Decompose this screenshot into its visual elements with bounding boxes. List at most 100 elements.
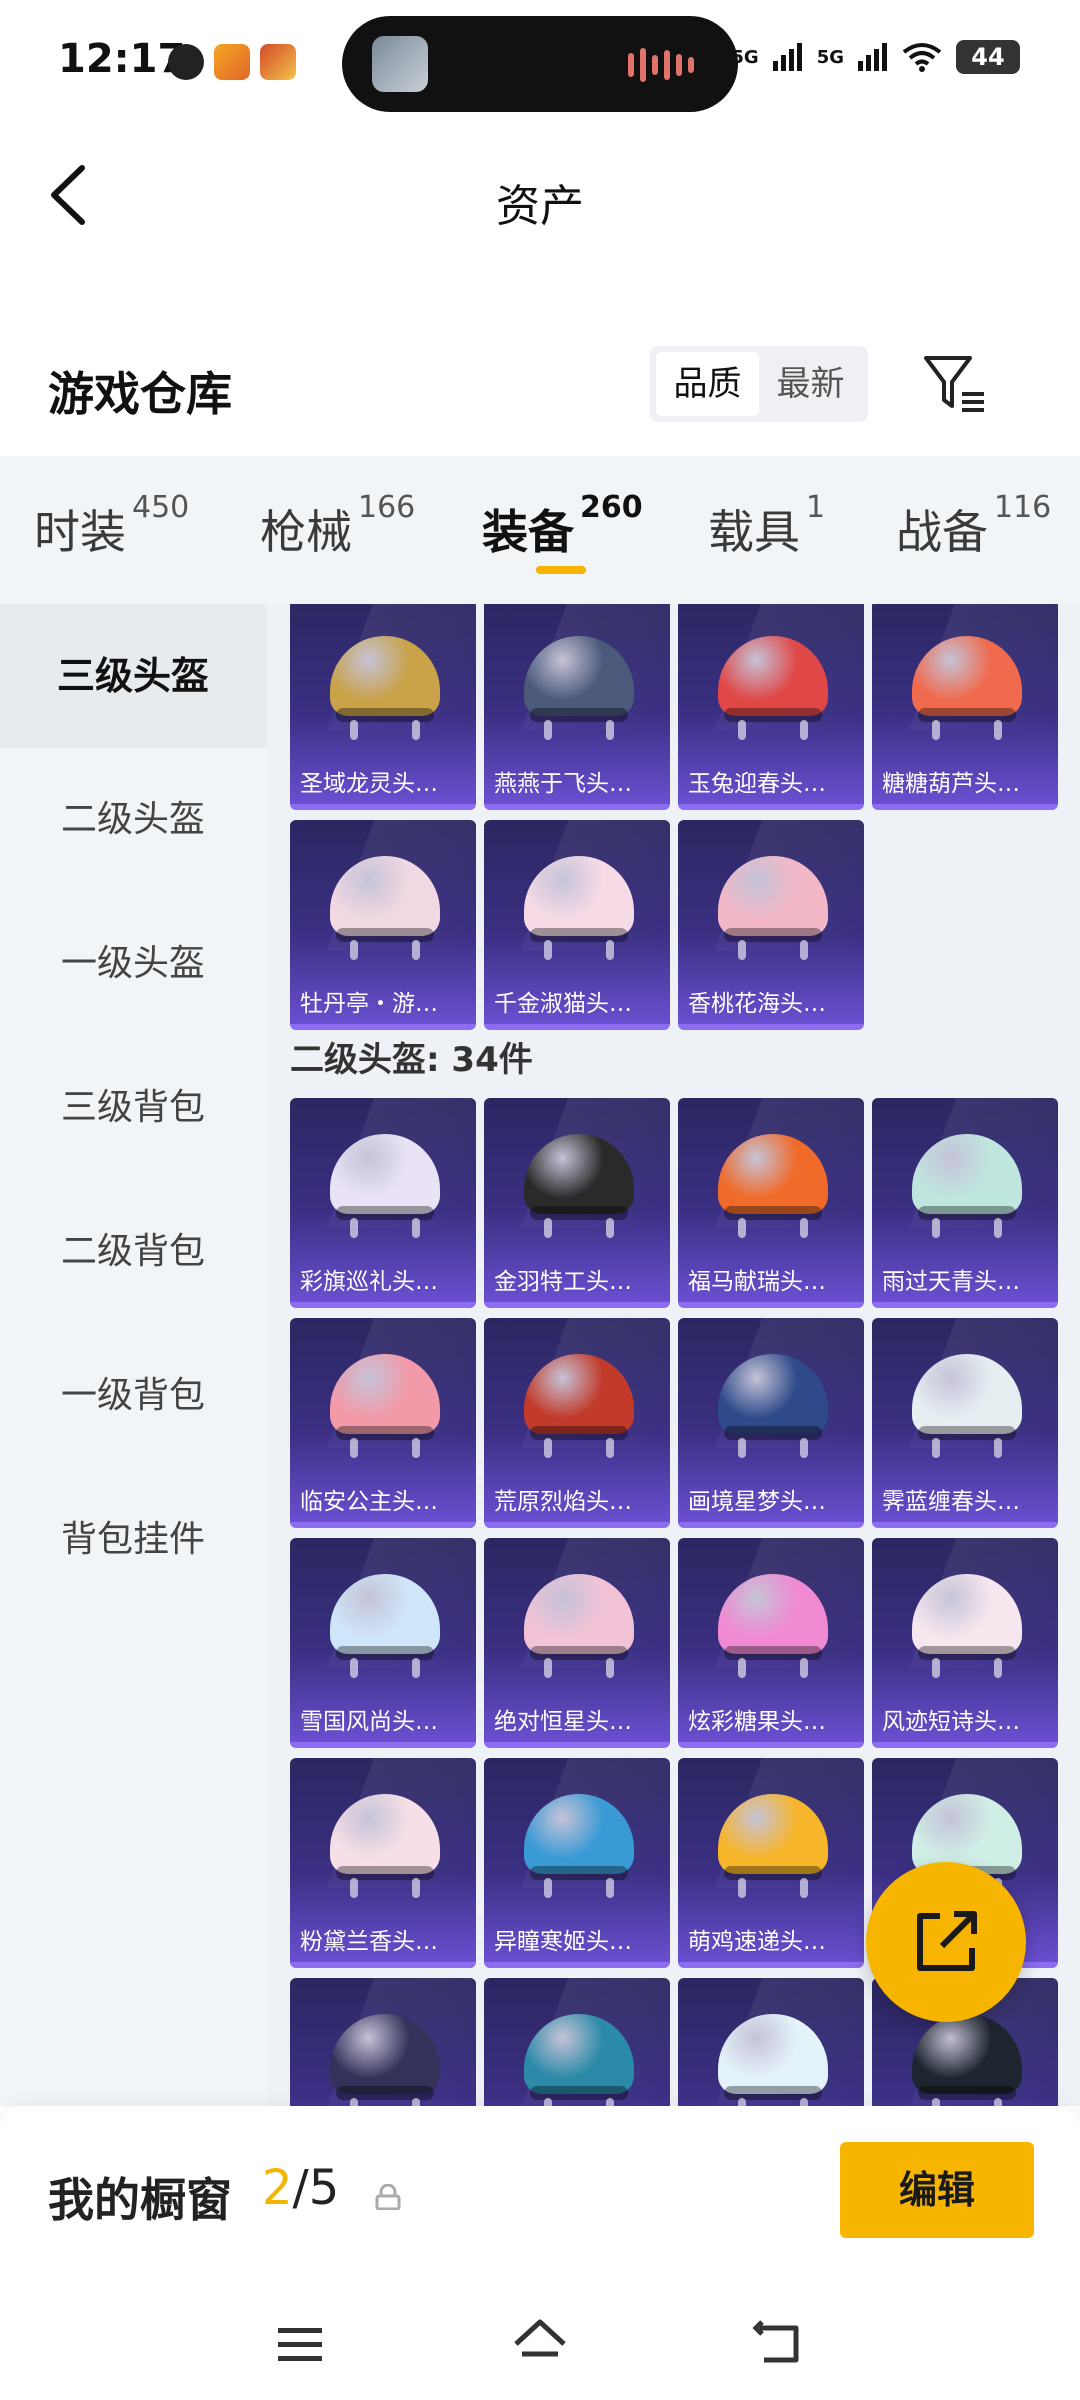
- sidebar-item-backpack-charm[interactable]: 背包挂件: [0, 1468, 266, 1612]
- tab-vehicles[interactable]: 载具 1: [708, 490, 825, 562]
- active-tab-indicator: [536, 566, 586, 574]
- item-card-label: 雪国风尚头…: [300, 1709, 438, 1735]
- helmet-icon: [912, 1354, 1022, 1458]
- helmet-icon: [524, 1574, 634, 1678]
- item-card[interactable]: 荒原烈焰头…: [484, 1318, 670, 1528]
- item-card[interactable]: 雪国风尚头…: [290, 1538, 476, 1748]
- item-card[interactable]: 萌鸡速递头…: [678, 1758, 864, 1968]
- item-card[interactable]: [290, 1978, 476, 2106]
- item-card[interactable]: 彩旗巡礼头…: [290, 1098, 476, 1308]
- tab-equipment[interactable]: 装备 260: [482, 490, 643, 562]
- item-card[interactable]: [678, 1978, 864, 2106]
- title-bar: 资产: [0, 140, 1080, 250]
- page-title: 资产: [496, 181, 584, 232]
- wifi-icon: [902, 43, 942, 72]
- showcase-count: 2/5: [262, 2160, 340, 2216]
- helmet-icon: [718, 636, 828, 740]
- dynamic-island[interactable]: [342, 16, 738, 112]
- item-card-label: 绝对恒星头…: [494, 1709, 632, 1735]
- notification-icon: [168, 44, 204, 80]
- item-card-label: 荒原烈焰头…: [494, 1489, 632, 1515]
- sidebar-item-level2-backpack[interactable]: 二级背包: [0, 1180, 266, 1324]
- external-link-icon: [917, 1911, 977, 1971]
- sort-newest-button[interactable]: 最新: [759, 352, 862, 416]
- item-card-label: 风迹短诗头…: [882, 1709, 1020, 1735]
- item-card-label: 香桃花海头…: [688, 991, 826, 1017]
- item-card[interactable]: 牡丹亭・游…: [290, 820, 476, 1030]
- media-thumbnail: [372, 36, 428, 92]
- helmet-icon: [330, 1574, 440, 1678]
- item-card-label: 雨过天青头…: [882, 1269, 1020, 1295]
- home-icon[interactable]: [510, 2314, 570, 2374]
- item-card-label: 霁蓝缠春头…: [882, 1489, 1020, 1515]
- item-card[interactable]: 香桃花海头…: [678, 820, 864, 1030]
- tab-fashion[interactable]: 时装 450: [34, 490, 189, 562]
- helmet-icon: [912, 636, 1022, 740]
- item-card[interactable]: 糖糖葫芦头…: [872, 604, 1058, 810]
- item-card[interactable]: 千金淑猫头…: [484, 820, 670, 1030]
- tab-supplies[interactable]: 战备 116: [896, 490, 1051, 562]
- item-card[interactable]: 粉黛兰香头…: [290, 1758, 476, 1968]
- item-card[interactable]: 临安公主头…: [290, 1318, 476, 1528]
- item-card[interactable]: 金羽特工头…: [484, 1098, 670, 1308]
- helmet-icon: [330, 856, 440, 960]
- helmet-icon: [912, 1574, 1022, 1678]
- item-card[interactable]: 福马献瑞头…: [678, 1098, 864, 1308]
- tab-weapons[interactable]: 枪械 166: [260, 490, 415, 562]
- helmet-icon: [718, 1354, 828, 1458]
- sidebar-item-level3-backpack[interactable]: 三级背包: [0, 1036, 266, 1180]
- item-card-label: 临安公主头…: [300, 1489, 438, 1515]
- item-card-label: 千金淑猫头…: [494, 991, 632, 1017]
- sort-quality-button[interactable]: 品质: [656, 352, 759, 416]
- helmet-icon: [330, 1794, 440, 1898]
- item-card[interactable]: 霁蓝缠春头…: [872, 1318, 1058, 1528]
- helmet-icon: [330, 1134, 440, 1238]
- item-card[interactable]: 圣域龙灵头…: [290, 604, 476, 810]
- helmet-icon: [718, 1134, 828, 1238]
- item-card-label: 萌鸡速递头…: [688, 1929, 826, 1955]
- signal-icon-2: 5G: [816, 46, 844, 68]
- sidebar-item-level3-helmet[interactable]: 三级头盔: [0, 604, 266, 748]
- helmet-icon: [718, 856, 828, 960]
- battery-icon: 44: [956, 40, 1020, 74]
- helmet-icon: [524, 856, 634, 960]
- item-card-label: 玉兔迎春头…: [688, 771, 826, 797]
- item-card-label: 彩旗巡礼头…: [300, 1269, 438, 1295]
- item-card[interactable]: 燕燕于飞头…: [484, 604, 670, 810]
- item-card-label: 异瞳寒姬头…: [494, 1929, 632, 1955]
- item-card[interactable]: [484, 1978, 670, 2106]
- item-card-label: 圣域龙灵头…: [300, 771, 438, 797]
- sidebar-item-level1-helmet[interactable]: 一级头盔: [0, 892, 266, 1036]
- status-indicators: 5G 5G 44: [731, 40, 1020, 74]
- signal-bars-icon: [772, 43, 802, 71]
- status-bar: 12:17 5G 5G 44: [0, 0, 1080, 128]
- filter-icon[interactable]: [920, 350, 990, 420]
- audio-wave-icon: [628, 48, 694, 82]
- item-card[interactable]: 玉兔迎春头…: [678, 604, 864, 810]
- helmet-icon: [524, 1794, 634, 1898]
- status-app-icons: [168, 44, 296, 80]
- item-card[interactable]: 画境星梦头…: [678, 1318, 864, 1528]
- item-card-label: 金羽特工头…: [494, 1269, 632, 1295]
- item-card[interactable]: 绝对恒星头…: [484, 1538, 670, 1748]
- helmet-icon: [330, 636, 440, 740]
- edit-button[interactable]: 编辑: [840, 2142, 1034, 2238]
- helmet-icon: [718, 2014, 828, 2106]
- helmet-icon: [718, 1794, 828, 1898]
- item-card-label: 糖糖葫芦头…: [882, 771, 1020, 797]
- helmet-icon: [524, 636, 634, 740]
- sidebar-item-level1-backpack[interactable]: 一级背包: [0, 1324, 266, 1468]
- category-tabs: 时装 450 枪械 166 装备 260 载具 1 战备 116: [0, 456, 1080, 604]
- item-card[interactable]: 风迹短诗头…: [872, 1538, 1058, 1748]
- helmet-icon: [912, 2014, 1022, 2106]
- item-card[interactable]: 异瞳寒姬头…: [484, 1758, 670, 1968]
- menu-icon[interactable]: [270, 2314, 330, 2374]
- item-card[interactable]: 炫彩糖果头…: [678, 1538, 864, 1748]
- showcase-bar: 我的橱窗 2/5 编辑: [0, 2106, 1080, 2286]
- helmet-icon: [330, 1354, 440, 1458]
- sidebar-item-level2-helmet[interactable]: 二级头盔: [0, 748, 266, 892]
- back-nav-icon[interactable]: [750, 2314, 810, 2374]
- item-card[interactable]: 雨过天青头…: [872, 1098, 1058, 1308]
- item-card-label: 福马献瑞头…: [688, 1269, 826, 1295]
- share-button[interactable]: [866, 1862, 1026, 2022]
